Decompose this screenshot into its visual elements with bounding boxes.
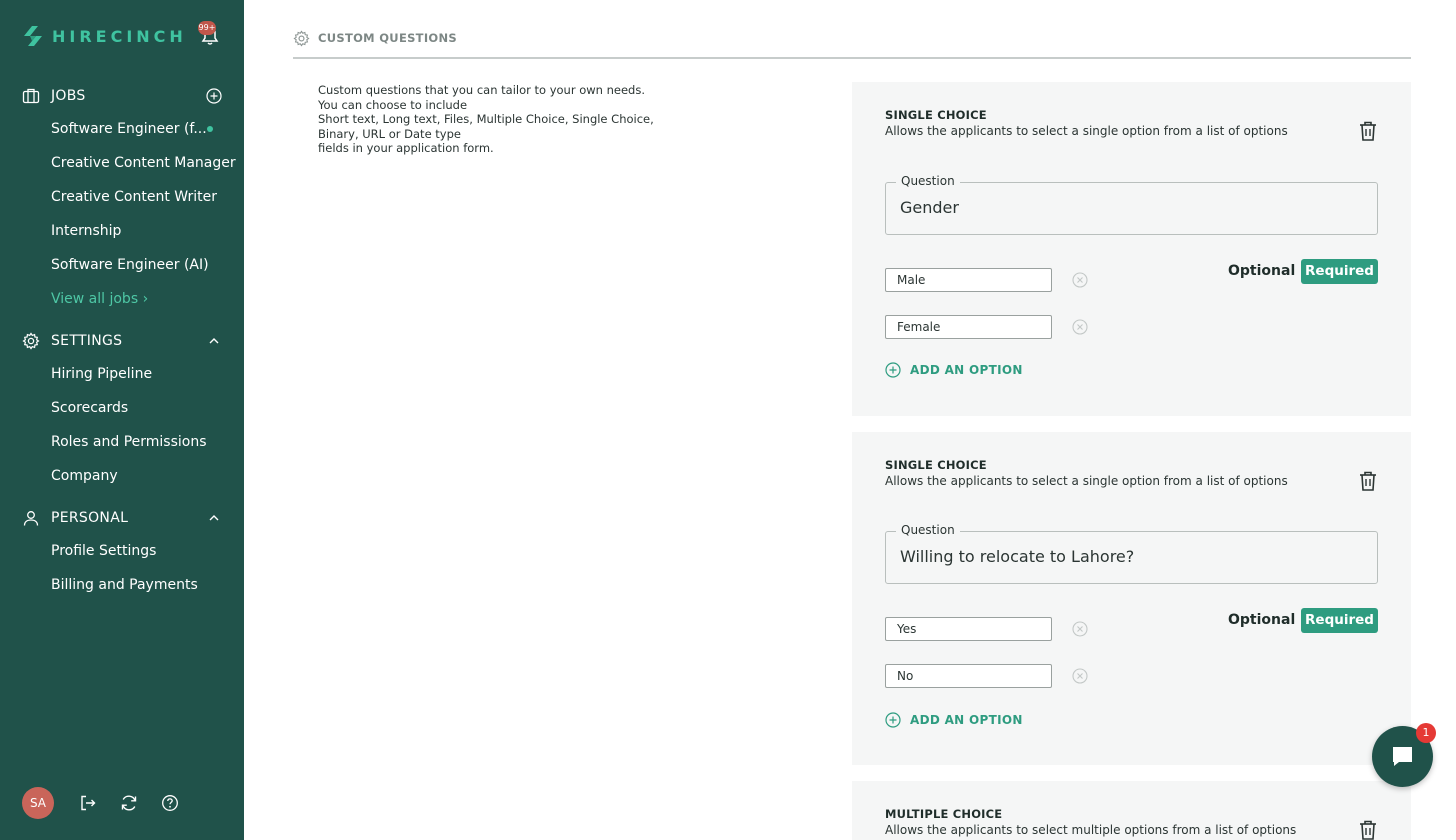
sidebar-item-billing-payments[interactable]: Billing and Payments: [51, 577, 198, 593]
optional-toggle[interactable]: Optional: [1228, 612, 1295, 628]
section-description: Custom questions that you can tailor to …: [318, 83, 658, 156]
trash-icon[interactable]: [1358, 819, 1378, 840]
question-card: MULTIPLE CHOICE Allows the applicants to…: [852, 781, 1411, 840]
question-input[interactable]: Question Willing to relocate to Lahore?: [885, 523, 1378, 584]
sidebar-item-job[interactable]: Creative Content Manager: [51, 155, 236, 171]
question-value: Willing to relocate to Lahore?: [900, 547, 1135, 566]
description-line: You can choose to include: [318, 97, 468, 112]
sidebar-item-company[interactable]: Company: [51, 468, 118, 484]
sidebar-section-label: PERSONAL: [51, 510, 129, 526]
description-line: fields in your application form.: [318, 141, 494, 155]
description-line: Short text, Long text, Files, Multiple C…: [318, 112, 654, 126]
trash-icon[interactable]: [1358, 120, 1378, 142]
sidebar-footer: SA: [22, 787, 54, 819]
add-option-label: ADD AN OPTION: [910, 713, 1023, 727]
question-type: MULTIPLE CHOICE: [885, 807, 1003, 821]
question-label: Question: [896, 174, 960, 188]
section-header: CUSTOM QUESTIONS: [293, 30, 1411, 59]
sidebar-item-job[interactable]: Internship: [51, 223, 121, 239]
sidebar-item-profile-settings[interactable]: Profile Settings: [51, 543, 156, 559]
description-line: Custom questions that you can tailor to …: [318, 83, 646, 97]
sidebar-item-hiring-pipeline[interactable]: Hiring Pipeline: [51, 366, 152, 382]
question-input[interactable]: Question Gender: [885, 174, 1378, 235]
sidebar-item-job[interactable]: Creative Content Writer: [51, 189, 217, 205]
sidebar-item-job[interactable]: Software Engineer (f...: [51, 121, 207, 137]
page-title: CUSTOM QUESTIONS: [318, 31, 457, 45]
sidebar-section-label: SETTINGS: [51, 333, 123, 349]
sidebar: HIRECINCH 99+ JOBS Software Engineer (f.…: [0, 0, 244, 840]
help-icon[interactable]: [161, 794, 179, 812]
close-circle-icon[interactable]: [1072, 621, 1088, 637]
add-option-button[interactable]: ADD AN OPTION: [885, 712, 1023, 728]
question-card: SINGLE CHOICE Allows the applicants to s…: [852, 82, 1411, 416]
question-type-description: Allows the applicants to select a single…: [885, 474, 1288, 488]
question-type-description: Allows the applicants to select a single…: [885, 124, 1288, 138]
plus-circle-icon: [885, 712, 901, 728]
option-input[interactable]: Male: [885, 268, 1052, 292]
sidebar-section-personal[interactable]: PERSONAL: [22, 506, 222, 530]
brand-name: HIRECINCH: [52, 26, 187, 46]
logo-icon: [24, 26, 42, 46]
option-input[interactable]: Yes: [885, 617, 1052, 641]
sidebar-section-settings[interactable]: SETTINGS: [22, 329, 222, 353]
option-input[interactable]: No: [885, 664, 1052, 688]
sidebar-section-jobs[interactable]: JOBS: [22, 84, 222, 108]
required-toggle[interactable]: Required: [1301, 259, 1378, 284]
add-job-icon[interactable]: [206, 88, 222, 104]
sidebar-section-label: JOBS: [51, 88, 86, 104]
notification-badge: 99+: [198, 21, 216, 35]
sidebar-item-scorecards[interactable]: Scorecards: [51, 400, 128, 416]
option-input[interactable]: Female: [885, 315, 1052, 339]
sidebar-item-job[interactable]: Software Engineer (AI): [51, 257, 209, 273]
chat-bubble-icon: [1393, 747, 1412, 766]
chevron-up-icon[interactable]: [206, 333, 222, 349]
chat-unread-badge: 1: [1416, 723, 1436, 743]
user-icon: [23, 511, 39, 526]
question-label: Question: [896, 523, 960, 537]
close-circle-icon[interactable]: [1072, 668, 1088, 684]
close-circle-icon[interactable]: [1072, 319, 1088, 335]
view-all-jobs-link[interactable]: View all jobs ›: [51, 291, 148, 307]
question-type: SINGLE CHOICE: [885, 108, 987, 122]
question-value: Gender: [900, 198, 959, 217]
brand-logo[interactable]: HIRECINCH: [22, 24, 187, 48]
close-circle-icon[interactable]: [1072, 272, 1088, 288]
chevron-up-icon[interactable]: [206, 510, 222, 526]
optional-toggle[interactable]: Optional: [1228, 263, 1295, 279]
gear-icon: [293, 30, 310, 47]
sidebar-item-roles-permissions[interactable]: Roles and Permissions: [51, 434, 207, 450]
required-toggle[interactable]: Required: [1301, 608, 1378, 633]
logout-icon[interactable]: [79, 794, 97, 812]
refresh-icon[interactable]: [120, 794, 138, 812]
plus-circle-icon: [885, 362, 901, 378]
question-type: SINGLE CHOICE: [885, 458, 987, 472]
add-option-button[interactable]: ADD AN OPTION: [885, 362, 1023, 378]
avatar[interactable]: SA: [22, 787, 54, 819]
description-line: Binary, URL or Date type: [318, 126, 461, 141]
briefcase-icon: [22, 88, 40, 104]
add-option-label: ADD AN OPTION: [910, 363, 1023, 377]
question-card: SINGLE CHOICE Allows the applicants to s…: [852, 432, 1411, 765]
gear-icon: [22, 332, 40, 350]
trash-icon[interactable]: [1358, 470, 1378, 492]
question-type-description: Allows the applicants to select multiple…: [885, 823, 1297, 837]
active-status-dot: [207, 126, 213, 132]
